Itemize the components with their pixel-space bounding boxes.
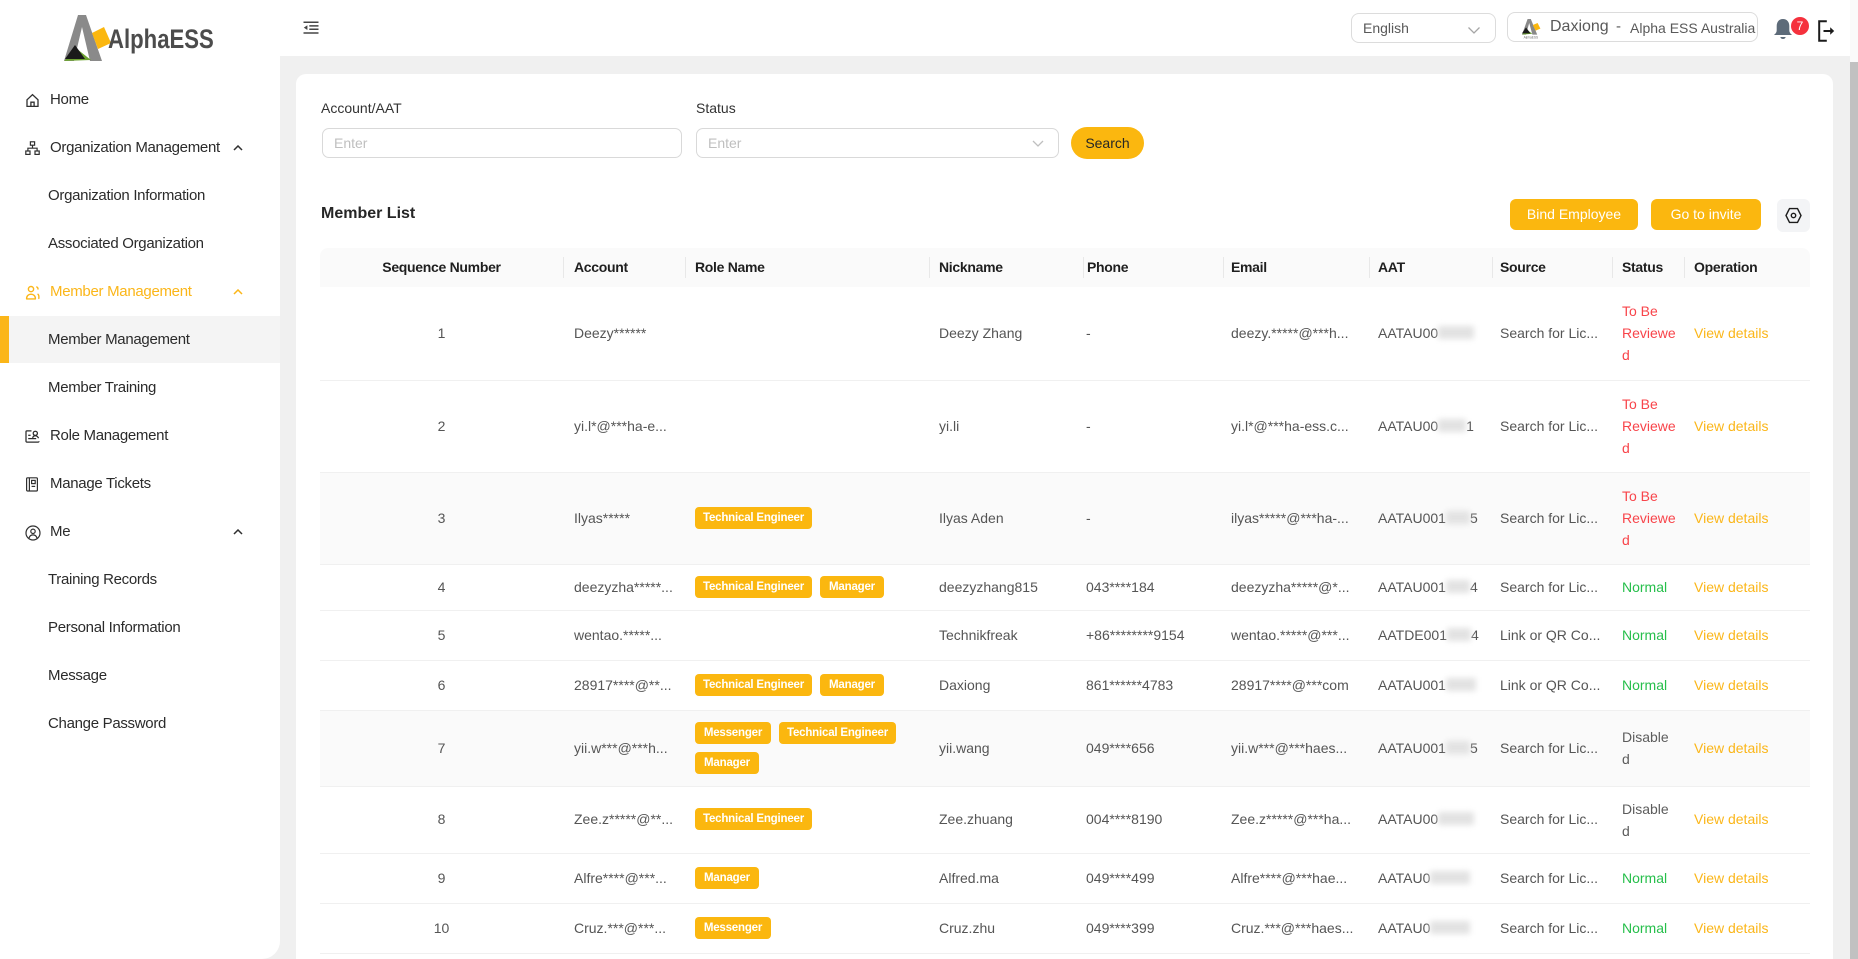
svg-text:AlphaESS: AlphaESS — [1524, 36, 1539, 39]
